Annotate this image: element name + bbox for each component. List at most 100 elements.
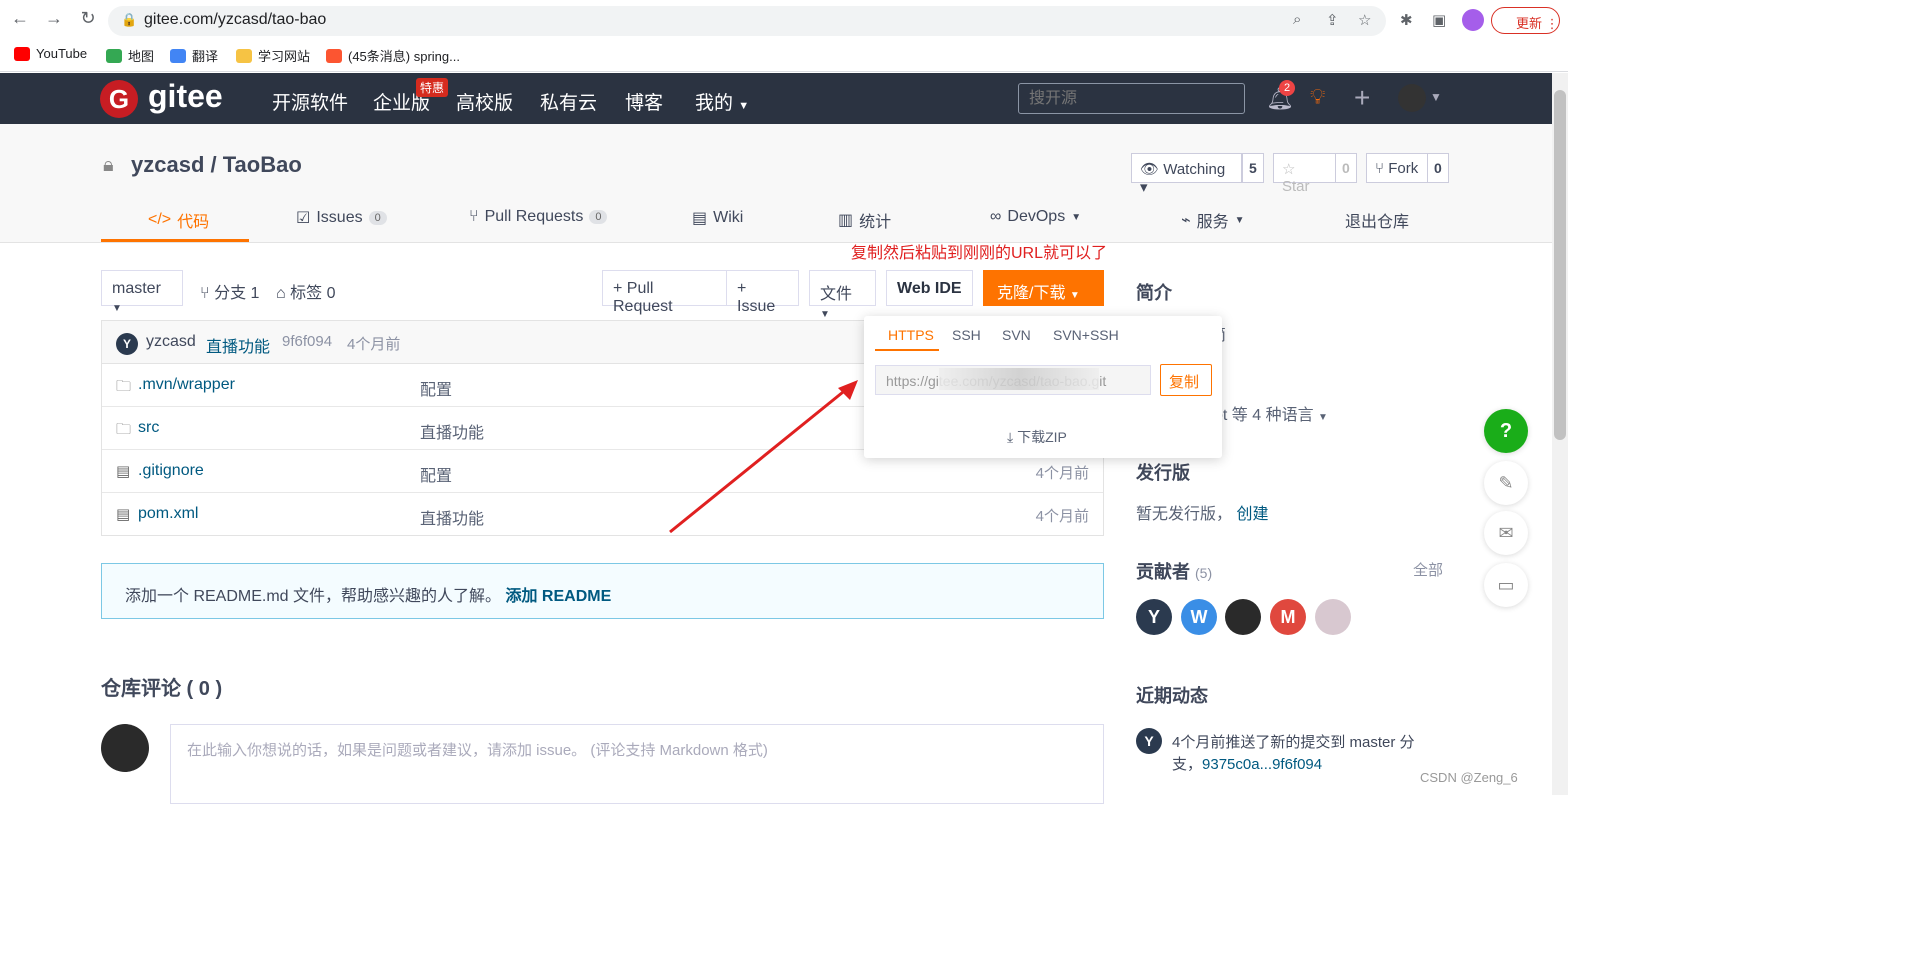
new-pull-request-button[interactable]: + Pull Request bbox=[602, 270, 727, 315]
caret-down-icon[interactable]: ▼ bbox=[1430, 90, 1442, 104]
new-issue-button[interactable]: + Issue bbox=[726, 270, 799, 315]
star-button[interactable]: ☆ Star bbox=[1273, 153, 1336, 195]
activity-commit-link[interactable]: 9375c0a...9f6f094 bbox=[1202, 756, 1322, 773]
extensions-icon[interactable]: ✱ bbox=[1400, 11, 1413, 29]
file-commit-message[interactable]: 配置 bbox=[420, 462, 452, 486]
url-text[interactable]: gitee.com/yzcasd/tao-bao bbox=[144, 11, 326, 29]
gitee-logo-icon[interactable]: G bbox=[100, 80, 138, 118]
tab-wiki[interactable]: ▤ Wiki bbox=[692, 208, 743, 228]
web-ide-button[interactable]: Web IDE bbox=[886, 270, 973, 306]
nav-opensource[interactable]: 开源软件 bbox=[272, 88, 348, 115]
contributor-avatar[interactable] bbox=[1315, 599, 1351, 635]
tab-label: 退出仓库 bbox=[1345, 214, 1410, 231]
copy-button[interactable]: 复制 bbox=[1160, 364, 1212, 396]
commit-message[interactable]: 直播功能 bbox=[206, 333, 270, 357]
clone-tab-svn[interactable]: SVN bbox=[1002, 327, 1031, 343]
back-icon[interactable]: ← bbox=[8, 8, 32, 29]
languages-link[interactable]: ot 等 4 种语言 ▼ bbox=[1214, 401, 1328, 425]
file-menu-button[interactable]: 文件 ▼ bbox=[809, 270, 876, 320]
tab-stats[interactable]: ▥ 统计 bbox=[838, 208, 891, 232]
contributor-avatar[interactable] bbox=[1225, 599, 1261, 635]
commit-time: 4个月前 bbox=[347, 336, 401, 353]
search-input[interactable] bbox=[1018, 83, 1245, 114]
tab-label: Wiki bbox=[713, 209, 744, 226]
commit-hash[interactable]: 9f6f094 bbox=[282, 333, 332, 350]
tab-exit-repo[interactable]: 退出仓库 bbox=[1345, 208, 1409, 232]
file-row[interactable]: ▤ pom.xml 直播功能 4个月前 bbox=[102, 493, 1103, 536]
issues-icon: ☑ bbox=[296, 210, 311, 227]
chat-icon[interactable]: ▭ bbox=[1484, 563, 1528, 607]
watch-count[interactable]: 5 bbox=[1242, 153, 1264, 183]
tags-link[interactable]: ⌂ 标签 0 bbox=[276, 279, 335, 303]
star-count[interactable]: 0 bbox=[1335, 153, 1357, 183]
commit-avatar[interactable]: Y bbox=[116, 333, 138, 355]
nav-blog[interactable]: 博客 bbox=[625, 88, 663, 115]
brand-name[interactable]: gitee bbox=[148, 78, 223, 115]
clone-download-button[interactable]: 克隆/下载 ▼ bbox=[983, 270, 1104, 306]
bookmark-csdn[interactable]: (45条消息) spring... bbox=[326, 46, 460, 65]
help-icon[interactable]: ? bbox=[1484, 409, 1528, 453]
bookmark-folder[interactable]: 学习网站 bbox=[236, 46, 310, 65]
folder-icon: 🗀 bbox=[116, 421, 132, 438]
forward-icon[interactable]: → bbox=[42, 8, 66, 29]
update-label: 更新 bbox=[1516, 16, 1543, 31]
sidepanel-icon[interactable]: ▣ bbox=[1432, 11, 1446, 29]
maps-icon bbox=[106, 48, 122, 63]
tab-devops[interactable]: ∞ DevOps ▼ bbox=[990, 208, 1081, 226]
update-button[interactable]: 更新 ⋮ bbox=[1491, 7, 1560, 34]
tab-code[interactable]: </> 代码 bbox=[148, 208, 209, 232]
commit-author[interactable]: yzcasd bbox=[146, 333, 196, 351]
nav-private-cloud[interactable]: 私有云 bbox=[540, 88, 597, 115]
contributors-all-link[interactable]: 全部 bbox=[1413, 559, 1443, 580]
lightbulb-icon[interactable]: 💡︎ bbox=[1310, 84, 1325, 110]
fork-label: Fork bbox=[1388, 160, 1419, 177]
branch-select[interactable]: master ▼ bbox=[101, 270, 183, 314]
download-zip-link[interactable]: ⤓ 下载ZIP bbox=[1007, 427, 1067, 447]
readme-text: 添加一个 README.md 文件，帮助感兴趣的人了解。 bbox=[125, 588, 502, 605]
tab-pull-requests[interactable]: ⑂ Pull Requests 0 bbox=[469, 208, 608, 226]
mail-icon[interactable]: ✉ bbox=[1484, 511, 1528, 555]
scrollbar-thumb[interactable] bbox=[1554, 90, 1566, 440]
fork-count[interactable]: 0 bbox=[1427, 153, 1449, 183]
code-icon: </> bbox=[148, 211, 172, 228]
nav-mine[interactable]: 我的 ▼ bbox=[695, 88, 749, 115]
contributor-avatar[interactable]: W bbox=[1181, 599, 1217, 635]
tab-label: Issues bbox=[316, 209, 363, 226]
contributor-avatar[interactable]: M bbox=[1270, 599, 1306, 635]
bookmark-translate[interactable]: 翻译 bbox=[170, 46, 218, 65]
zoom-icon[interactable]: ⌕ bbox=[1293, 11, 1301, 28]
file-name[interactable]: pom.xml bbox=[138, 505, 198, 523]
bookmark-youtube[interactable]: YouTube bbox=[14, 46, 87, 61]
star-icon[interactable]: ☆ bbox=[1358, 11, 1371, 29]
file-name[interactable]: src bbox=[138, 419, 159, 437]
watermark: CSDN @Zeng_6 bbox=[1420, 770, 1518, 785]
watch-button[interactable]: 👁︎ Watching ▾ bbox=[1131, 153, 1242, 196]
tab-issues[interactable]: ☑ Issues 0 bbox=[296, 208, 387, 228]
clone-tab-https[interactable]: HTTPS bbox=[888, 327, 934, 343]
bookmark-maps[interactable]: 地图 bbox=[106, 46, 154, 65]
edit-icon[interactable]: ✎ bbox=[1484, 461, 1528, 505]
share-icon[interactable]: ⇪ bbox=[1326, 11, 1339, 29]
file-name[interactable]: .mvn/wrapper bbox=[138, 376, 235, 394]
user-avatar[interactable] bbox=[1398, 84, 1426, 112]
fork-button[interactable]: ⑂ Fork bbox=[1366, 153, 1428, 183]
clone-tab-svn-ssh[interactable]: SVN+SSH bbox=[1053, 327, 1119, 343]
comment-input[interactable]: 在此输入你想说的话，如果是问题或者建议，请添加 issue。 (评论支持 Mar… bbox=[170, 724, 1104, 804]
branch-icon: ⑂ bbox=[200, 285, 210, 302]
profile-icon[interactable] bbox=[1462, 9, 1484, 31]
create-release-link[interactable]: 创建 bbox=[1236, 506, 1268, 523]
file-name[interactable]: .gitignore bbox=[138, 462, 204, 480]
nav-university[interactable]: 高校版 bbox=[456, 88, 513, 115]
file-commit-message[interactable]: 配置 bbox=[420, 376, 452, 400]
tab-services[interactable]: ⌁ 服务 ▼ bbox=[1181, 208, 1245, 232]
activity-avatar[interactable]: Y bbox=[1136, 728, 1162, 754]
repo-title[interactable]: yzcasd / TaoBao bbox=[131, 152, 302, 178]
file-commit-message[interactable]: 直播功能 bbox=[420, 419, 484, 443]
add-readme-link[interactable]: 添加 README bbox=[505, 588, 611, 605]
clone-tab-ssh[interactable]: SSH bbox=[952, 327, 981, 343]
contributor-avatar[interactable]: Y bbox=[1136, 599, 1172, 635]
branches-link[interactable]: ⑂ 分支 1 bbox=[200, 279, 259, 303]
plus-icon[interactable]: + bbox=[1354, 82, 1370, 114]
reload-icon[interactable]: ↻ bbox=[76, 8, 100, 29]
file-commit-message[interactable]: 直播功能 bbox=[420, 505, 484, 529]
